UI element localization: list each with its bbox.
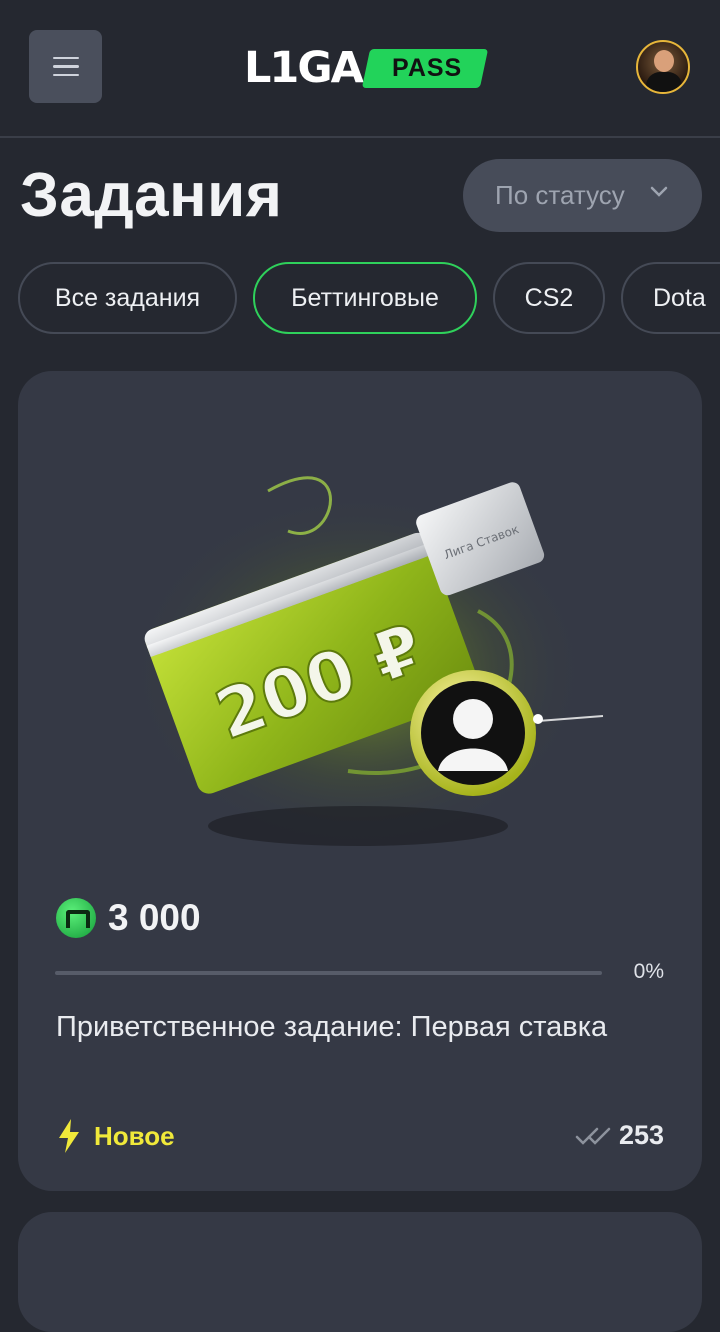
progress-label: 0% bbox=[633, 960, 664, 983]
completed-counter: 253 bbox=[575, 1120, 664, 1151]
app-logo[interactable]: L1GA PASS bbox=[244, 43, 489, 93]
reward: 3 000 bbox=[56, 897, 201, 939]
hamburger-icon bbox=[52, 56, 79, 60]
double-check-icon bbox=[575, 1127, 611, 1145]
logo-text: L1GA bbox=[244, 43, 364, 93]
tab-cs2[interactable]: CS2 bbox=[493, 262, 605, 334]
tab-all[interactable]: Все задания bbox=[18, 262, 237, 334]
status-label: Новое bbox=[94, 1120, 175, 1151]
chevron-down-icon bbox=[650, 186, 668, 197]
reward-value: 3 000 bbox=[108, 897, 201, 938]
top-header: L1GA PASS bbox=[0, 0, 720, 138]
category-tabs: Все задания Беттинговые CS2 Dota bbox=[18, 262, 720, 334]
task-card[interactable]: Лига Ставок 200 ₽ 3 000 0% Приветственно… bbox=[18, 371, 702, 1191]
tab-betting[interactable]: Беттинговые bbox=[253, 262, 477, 334]
status-filter-dropdown[interactable]: По статусу bbox=[463, 159, 702, 232]
task-title: Приветственное задание: Первая ставка bbox=[56, 1011, 608, 1043]
page-title: Задания bbox=[20, 161, 283, 230]
coin-icon bbox=[56, 898, 96, 938]
task-illustration: Лига Ставок 200 ₽ bbox=[128, 476, 604, 851]
status-filter-label: По статусу bbox=[495, 180, 625, 210]
logo-pass-badge: PASS bbox=[361, 48, 489, 88]
menu-button[interactable] bbox=[29, 30, 102, 103]
lightning-icon bbox=[59, 1119, 79, 1153]
status-badge: Новое bbox=[58, 1119, 175, 1153]
avatar[interactable] bbox=[636, 40, 690, 94]
progress-bar bbox=[55, 971, 602, 975]
tab-dota[interactable]: Dota bbox=[621, 262, 720, 334]
completed-count: 253 bbox=[618, 1120, 664, 1150]
task-card-next[interactable] bbox=[18, 1212, 702, 1332]
